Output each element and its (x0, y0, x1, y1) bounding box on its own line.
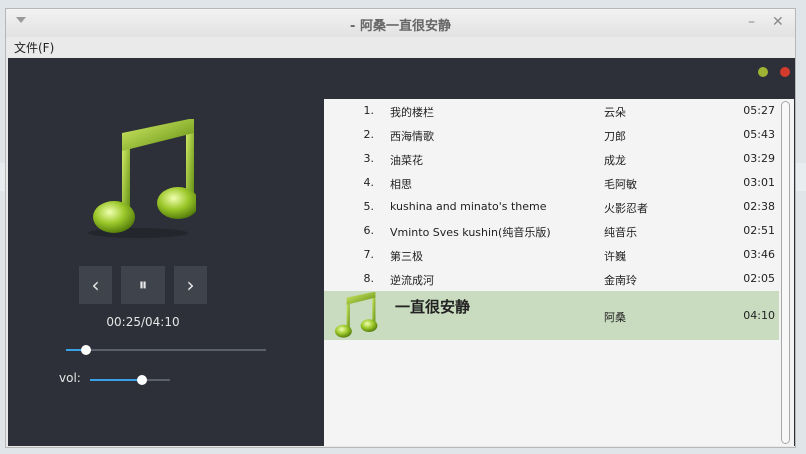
playlist-current-row[interactable]: 一直很安静 阿桑 04:10 (324, 291, 779, 340)
playlist: 一直很安静 阿桑 04:10 1. 我的楼栏 云朵 05:27 2. 西海情歌 刀郎 05:4… (324, 99, 794, 446)
minimize-button[interactable]: – (748, 14, 755, 30)
volume-fill (90, 379, 142, 381)
track-duration: 02:38 (743, 200, 775, 213)
playlist-row[interactable]: 5. kushina and minato's theme 火影忍者 02:38 (324, 195, 779, 219)
track-artist: 纯音乐 (604, 226, 637, 239)
track-duration: 02:51 (743, 224, 775, 237)
playlist-row[interactable]: 6. Vminto Sves kushin(纯音乐版) 纯音乐 02:51 (324, 219, 779, 243)
track-duration: 03:29 (743, 152, 775, 165)
track-title: 第三极 (390, 250, 423, 263)
current-track-artist: 阿桑 (604, 311, 626, 324)
progress-thumb[interactable] (81, 345, 91, 355)
track-number: 8. (363, 272, 375, 285)
music-note-icon (335, 292, 378, 338)
playlist-row[interactable]: 2. 西海情歌 刀郎 05:43 (324, 123, 779, 147)
status-dot-red[interactable] (780, 67, 790, 77)
track-artist: 毛阿敏 (604, 178, 637, 191)
window-title: - 阿桑一直很安静 (350, 19, 451, 34)
track-artist: 云朵 (604, 106, 626, 119)
track-duration: 05:43 (743, 128, 775, 141)
track-duration: 05:27 (743, 104, 775, 117)
progress-slider[interactable] (66, 345, 266, 355)
volume-thumb[interactable] (137, 375, 147, 385)
track-title: 逆流成河 (390, 274, 434, 287)
track-title: Vminto Sves kushin(纯音乐版) (390, 226, 551, 239)
track-title: 相思 (390, 178, 412, 191)
track-number: 2. (363, 128, 375, 141)
playlist-row[interactable]: 8. 逆流成河 金南玲 02:05 (324, 267, 779, 291)
time-display: 00:25/04:10 (106, 315, 180, 329)
volume-label: vol: (59, 371, 81, 385)
track-title: 西海情歌 (390, 130, 434, 143)
track-artist: 刀郎 (604, 130, 626, 143)
track-number: 3. (363, 152, 375, 165)
track-title: 我的楼栏 (390, 106, 434, 119)
player-panel: ‹ ⏸ › 00:25/04:10 vol: 一直很安静 阿桑 04:10 1.… (8, 58, 795, 446)
track-number: 4. (363, 176, 375, 189)
playlist-row[interactable]: 4. 相思 毛阿敏 03:01 (324, 171, 779, 195)
track-duration: 02:05 (743, 272, 775, 285)
track-number: 1. (363, 104, 375, 117)
track-artist: 火影忍者 (604, 202, 648, 215)
playlist-row[interactable]: 3. 油菜花 成龙 03:29 (324, 147, 779, 171)
track-artist: 许巍 (604, 250, 626, 263)
volume-slider[interactable] (90, 375, 170, 385)
current-track-title: 一直很安静 (395, 298, 471, 316)
track-title: 油菜花 (390, 154, 423, 167)
playlist-row[interactable]: 1. 我的楼栏 云朵 05:27 (324, 99, 779, 123)
title-bar: - 阿桑一直很安静 – ✕ (6, 9, 795, 37)
menu-bar: 文件(F) (6, 37, 795, 57)
track-duration: 03:46 (743, 248, 775, 261)
track-artist: 成龙 (604, 154, 626, 167)
prev-button[interactable]: ‹ (79, 266, 112, 304)
track-number: 6. (363, 224, 375, 237)
next-button[interactable]: › (174, 266, 207, 304)
playlist-row[interactable]: 7. 第三极 许巍 03:46 (324, 243, 779, 267)
track-artist: 金南玲 (604, 274, 637, 287)
track-duration: 03:01 (743, 176, 775, 189)
current-track-duration: 04:10 (743, 309, 775, 322)
pause-button[interactable]: ⏸ (121, 266, 165, 304)
menu-file[interactable]: 文件(F) (14, 39, 54, 56)
track-number: 7. (363, 248, 375, 261)
close-button[interactable]: ✕ (772, 14, 784, 30)
app-window: - 阿桑一直很安静 – ✕ 文件(F) ‹ ⏸ › 00:25/04:10 vo… (5, 8, 796, 448)
track-title: kushina and minato's theme (390, 200, 547, 213)
track-number: 5. (363, 200, 375, 213)
music-note-icon (88, 119, 196, 238)
status-dot-green[interactable] (758, 67, 768, 77)
playlist-scrollbar[interactable] (781, 101, 790, 444)
